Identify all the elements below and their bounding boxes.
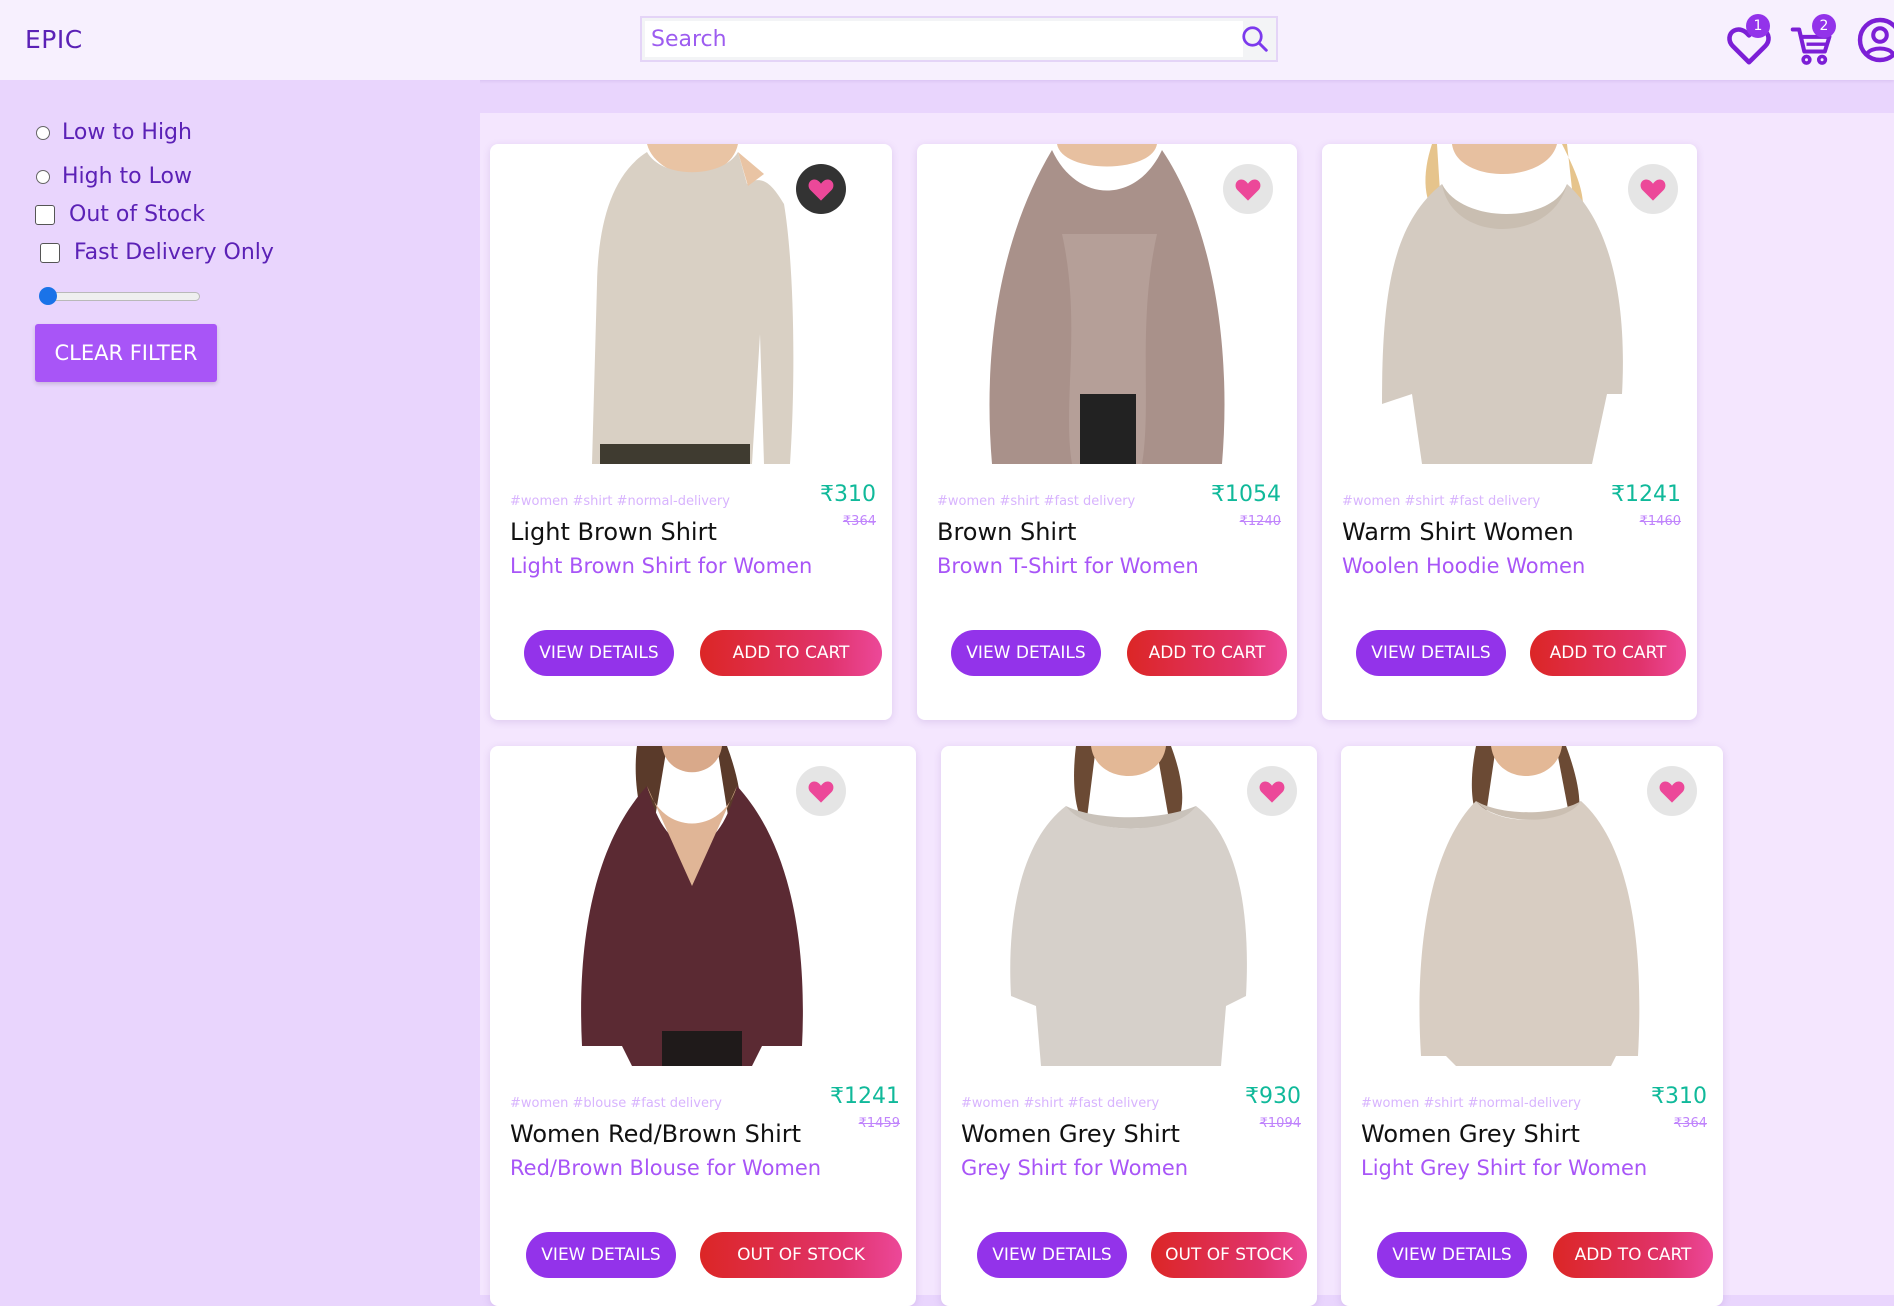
out-of-stock-button[interactable]: OUT OF STOCK [700,1232,902,1278]
wishlist-toggle[interactable] [796,164,846,214]
out-of-stock-label: Out of Stock [69,202,205,227]
view-details-button[interactable]: VIEW DETAILS [951,630,1101,676]
view-details-button[interactable]: VIEW DETAILS [977,1232,1127,1278]
fast-delivery-label: Fast Delivery Only [74,240,274,265]
product-price: ₹310 [1651,1084,1707,1109]
product-name: Warm Shirt Women [1342,518,1574,546]
view-details-button[interactable]: VIEW DETAILS [526,1232,676,1278]
product-name: Women Red/Brown Shirt [510,1120,802,1148]
add-to-cart-button[interactable]: ADD TO CART [700,630,882,676]
heart-icon [808,781,834,803]
heart-icon [1235,179,1261,201]
product-description: Woolen Hoodie Women [1342,554,1586,578]
product-grid: #women #shirt #normal-delivery ₹310 ₹364… [480,113,1894,1306]
product-name: Women Grey Shirt [961,1120,1180,1148]
view-details-button[interactable]: VIEW DETAILS [524,630,674,676]
product-original-price: ₹1459 [858,1116,900,1131]
wishlist-toggle[interactable] [1628,164,1678,214]
product-tags: #women #shirt #fast delivery [937,494,1136,509]
out-of-stock-checkbox[interactable] [35,204,55,225]
product-description: Red/Brown Blouse for Women [510,1156,822,1180]
product-name: Brown Shirt [937,518,1077,546]
out-of-stock-filter[interactable]: Out of Stock [35,202,205,227]
product-image[interactable] [986,746,1270,1066]
sort-high-to-low-radio[interactable] [36,169,50,184]
search-input[interactable] [645,21,1243,57]
product-description: Brown T-Shirt for Women [937,554,1199,578]
user-account-icon [1857,17,1894,63]
sort-high-to-low-label: High to Low [62,164,192,189]
sort-low-to-high-radio[interactable] [36,125,50,140]
product-description: Light Grey Shirt for Women [1361,1156,1648,1180]
heart-icon [1259,781,1285,803]
product-original-price: ₹364 [1673,1116,1707,1131]
product-original-price: ₹1240 [1239,514,1281,529]
product-description: Grey Shirt for Women [961,1156,1189,1180]
price-slider-thumb[interactable] [39,287,57,305]
product-image[interactable] [1362,144,1652,464]
product-tags: #women #shirt #normal-delivery [510,494,730,509]
product-tags: #women #shirt #fast delivery [1342,494,1541,509]
search-icon[interactable] [1240,24,1270,54]
cart-button[interactable]: 2 [1790,14,1840,65]
product-card: #women #shirt #fast delivery ₹1241 ₹1460… [1322,144,1697,720]
product-price: ₹1241 [830,1084,900,1109]
account-button[interactable] [1856,16,1894,64]
product-price: ₹930 [1245,1084,1301,1109]
heart-icon [1659,781,1685,803]
product-image[interactable] [552,144,836,464]
price-range-slider[interactable] [39,287,200,305]
product-price: ₹310 [820,482,876,507]
fast-delivery-filter[interactable]: Fast Delivery Only [40,240,274,265]
product-tags: #women #shirt #normal-delivery [1361,1096,1581,1111]
product-card: #women #blouse #fast delivery ₹1241 ₹145… [490,746,916,1306]
view-details-button[interactable]: VIEW DETAILS [1356,630,1506,676]
wishlist-toggle[interactable] [1223,164,1273,214]
product-card: #women #shirt #normal-delivery ₹310 ₹364… [490,144,892,720]
add-to-cart-button[interactable]: ADD TO CART [1530,630,1686,676]
out-of-stock-button[interactable]: OUT OF STOCK [1151,1232,1307,1278]
product-image[interactable] [962,144,1252,464]
product-image[interactable] [1386,746,1670,1066]
product-image[interactable] [552,746,836,1066]
wishlist-toggle[interactable] [1247,766,1297,816]
product-name: Women Grey Shirt [1361,1120,1580,1148]
product-original-price: ₹1094 [1259,1116,1301,1131]
product-card: #women #shirt #fast delivery ₹930 ₹1094 … [941,746,1317,1306]
wishlist-count-badge: 1 [1746,14,1770,38]
add-to-cart-button[interactable]: ADD TO CART [1127,630,1287,676]
wishlist-toggle[interactable] [1647,766,1697,816]
product-original-price: ₹364 [842,514,876,529]
wishlist-button[interactable]: 1 [1726,14,1774,65]
search-bar [640,16,1278,62]
product-tags: #women #blouse #fast delivery [510,1096,723,1111]
heart-icon [808,179,834,201]
product-card: #women #shirt #normal-delivery ₹310 ₹364… [1341,746,1723,1306]
product-tags: #women #shirt #fast delivery [961,1096,1160,1111]
filter-sidebar: Low to High High to Low Out of Stock Fas… [0,80,480,1295]
sort-low-to-high-option[interactable]: Low to High [36,120,192,145]
top-navbar: EPIC 1 2 [0,0,1894,80]
product-description: Light Brown Shirt for Women [510,554,813,578]
heart-icon [1640,179,1666,201]
clear-filter-button[interactable]: CLEAR FILTER [35,324,217,382]
product-name: Light Brown Shirt [510,518,717,546]
sort-high-to-low-option[interactable]: High to Low [36,164,192,189]
product-price: ₹1054 [1211,482,1281,507]
product-original-price: ₹1460 [1639,514,1681,529]
cart-count-badge: 2 [1812,14,1836,38]
wishlist-toggle[interactable] [796,766,846,816]
add-to-cart-button[interactable]: ADD TO CART [1553,1232,1713,1278]
product-card: #women #shirt #fast delivery ₹1054 ₹1240… [917,144,1297,720]
brand-logo[interactable]: EPIC [25,25,83,54]
sort-low-to-high-label: Low to High [62,120,192,145]
view-details-button[interactable]: VIEW DETAILS [1377,1232,1527,1278]
fast-delivery-checkbox[interactable] [40,242,60,263]
product-price: ₹1241 [1611,482,1681,507]
